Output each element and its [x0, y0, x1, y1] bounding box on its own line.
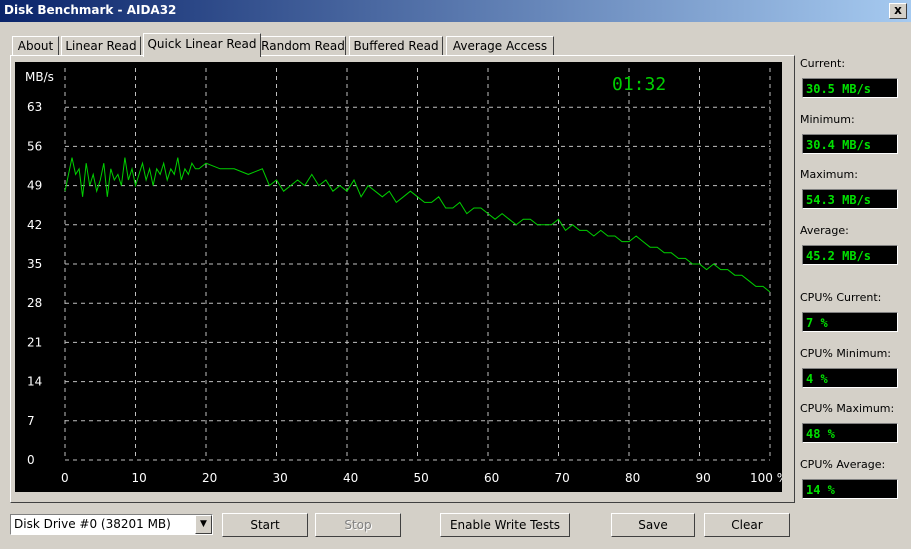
- current-label: Current:: [800, 57, 846, 70]
- benchmark-chart: MB/s 0 7 14 21 28 35 42 49 56 63 0 10 20 30 40 50 60 70 80 9…: [15, 62, 782, 492]
- x-tick-label: 0: [61, 471, 69, 485]
- x-tick-label: 70: [555, 471, 570, 485]
- y-tick-label: 0: [27, 453, 35, 467]
- cpu-current-value: 7 %: [802, 312, 898, 332]
- maximum-label: Maximum:: [800, 168, 858, 181]
- current-value: 30.5 MB/s: [802, 78, 898, 98]
- title-bar: Disk Benchmark - AIDA32 x: [0, 0, 911, 22]
- x-tick-label: 10: [132, 471, 147, 485]
- y-tick-label: 42: [27, 218, 42, 232]
- x-tick-label: 80: [625, 471, 640, 485]
- x-tick-label: 50: [414, 471, 429, 485]
- x-tick-label: 100 %: [750, 471, 782, 485]
- drive-select-value: Disk Drive #0 (38201 MB): [14, 517, 171, 531]
- minimum-value: 30.4 MB/s: [802, 134, 898, 154]
- cpu-current-label: CPU% Current:: [800, 291, 882, 304]
- x-tick-label: 20: [202, 471, 217, 485]
- chart-plot: MB/s 0 7 14 21 28 35 42 49 56 63 0 10 20 30 40 50 60 70 80 9…: [25, 68, 782, 485]
- cpu-average-label: CPU% Average:: [800, 458, 886, 471]
- tab-average-access[interactable]: Average Access: [446, 36, 554, 55]
- y-tick-label: 56: [27, 139, 42, 153]
- y-axis-unit: MB/s: [25, 70, 54, 84]
- stop-button[interactable]: Stop: [315, 513, 401, 537]
- cpu-maximum-value: 48 %: [802, 423, 898, 443]
- elapsed-time: 01:32: [612, 74, 667, 95]
- y-tick-label: 49: [27, 179, 42, 193]
- drive-select[interactable]: Disk Drive #0 (38201 MB) ▼: [10, 514, 213, 535]
- y-tick-label: 35: [27, 257, 42, 271]
- clear-button[interactable]: Clear: [704, 513, 790, 537]
- average-label: Average:: [800, 224, 849, 237]
- tab-buffered-read[interactable]: Buffered Read: [349, 36, 443, 55]
- y-tick-label: 63: [27, 100, 42, 114]
- average-value: 45.2 MB/s: [802, 245, 898, 265]
- tab-quick-linear-read[interactable]: Quick Linear Read: [143, 33, 261, 57]
- tab-linear-read[interactable]: Linear Read: [61, 36, 141, 55]
- bottom-toolbar: Disk Drive #0 (38201 MB) ▼ Start Stop En…: [0, 508, 911, 549]
- y-tick-label: 7: [27, 414, 35, 428]
- y-tick-label: 28: [27, 296, 42, 310]
- start-button[interactable]: Start: [222, 513, 308, 537]
- x-tick-label: 30: [273, 471, 288, 485]
- close-button[interactable]: x: [889, 3, 907, 19]
- cpu-minimum-label: CPU% Minimum:: [800, 347, 891, 360]
- save-button[interactable]: Save: [611, 513, 695, 537]
- tab-random-read[interactable]: Random Read: [260, 36, 346, 55]
- x-tick-label: 40: [343, 471, 358, 485]
- y-tick-label: 21: [27, 335, 42, 349]
- chevron-down-icon[interactable]: ▼: [195, 515, 212, 534]
- tab-about[interactable]: About: [12, 36, 59, 55]
- cpu-maximum-label: CPU% Maximum:: [800, 402, 895, 415]
- enable-write-tests-button[interactable]: Enable Write Tests: [440, 513, 570, 537]
- cpu-average-value: 14 %: [802, 479, 898, 499]
- x-tick-label: 60: [484, 471, 499, 485]
- window-title: Disk Benchmark - AIDA32: [4, 3, 177, 17]
- y-tick-label: 14: [27, 375, 42, 389]
- cpu-minimum-value: 4 %: [802, 368, 898, 388]
- maximum-value: 54.3 MB/s: [802, 189, 898, 209]
- minimum-label: Minimum:: [800, 113, 855, 126]
- x-tick-label: 90: [696, 471, 711, 485]
